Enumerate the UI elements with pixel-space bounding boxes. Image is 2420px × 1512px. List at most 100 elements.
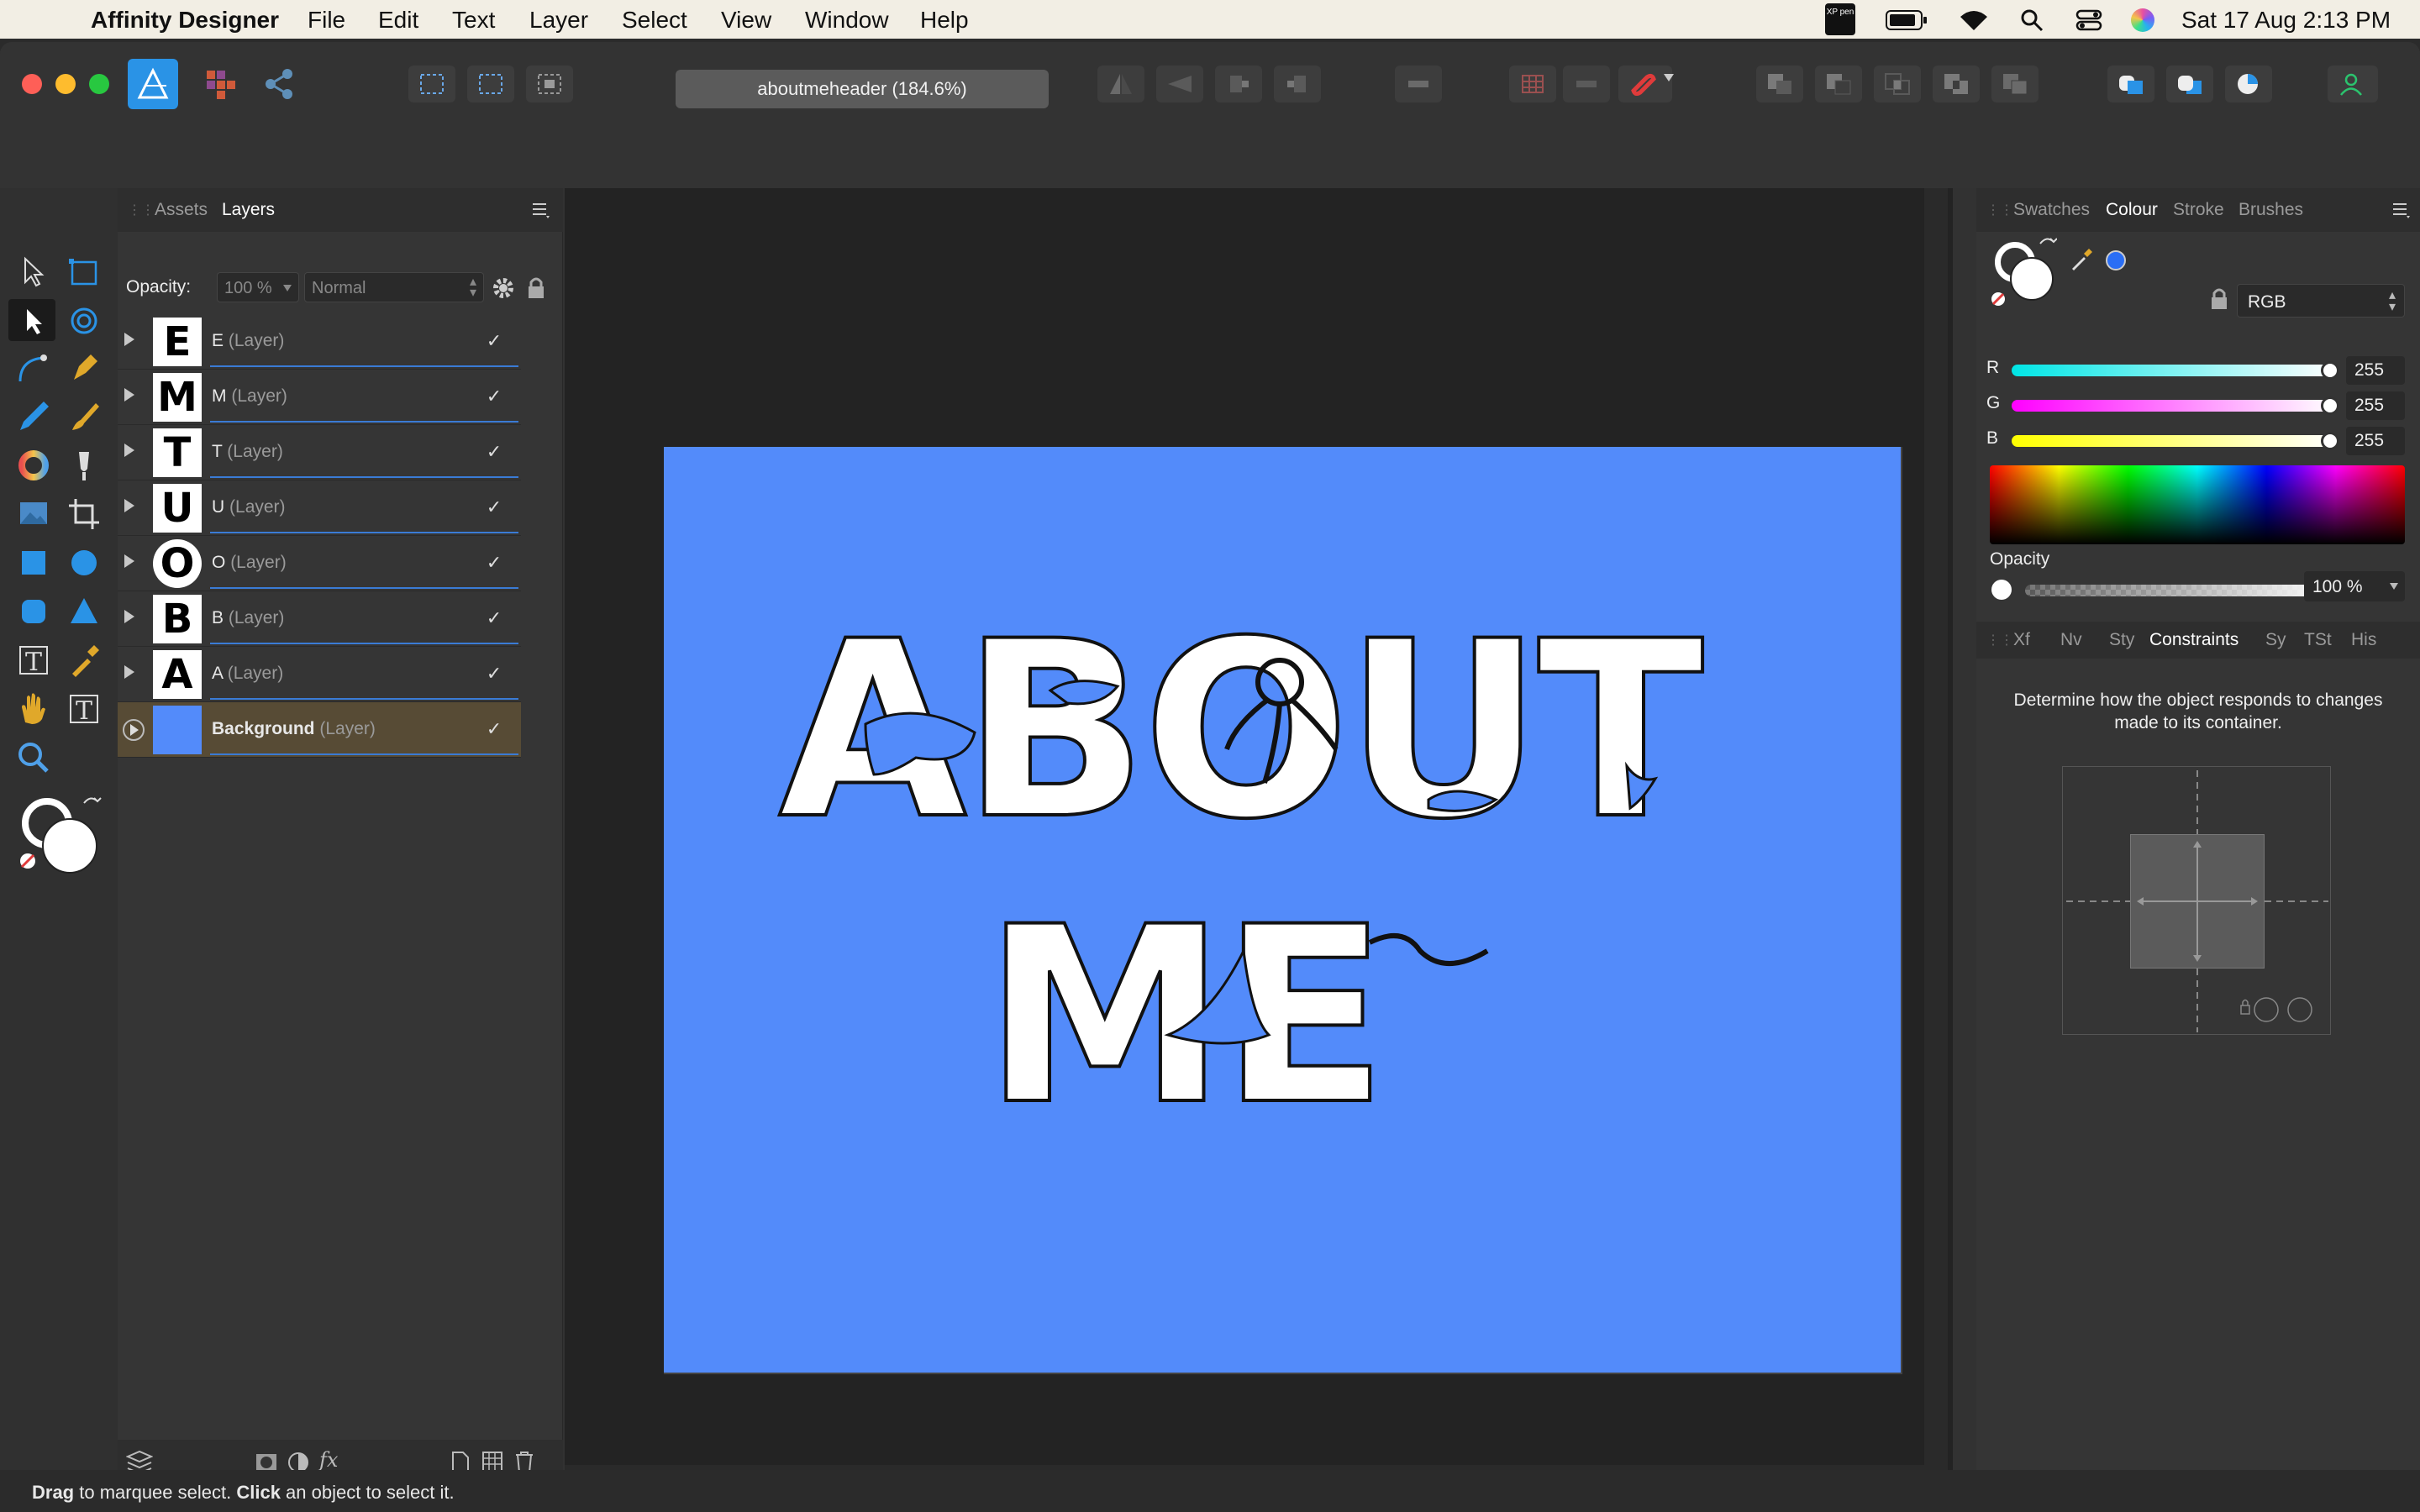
layer-row-m[interactable]: M M (Layer) ✓ — [118, 370, 521, 425]
layer-name[interactable]: B (Layer) — [212, 608, 284, 628]
artboard-tool-icon[interactable] — [64, 252, 104, 292]
layer-name[interactable]: O (Layer) — [212, 553, 287, 573]
app-menu[interactable]: Affinity Designer — [91, 7, 279, 34]
deselect-button[interactable] — [467, 66, 514, 102]
b-value-field[interactable]: 255 — [2346, 427, 2405, 455]
opacity-dropdown[interactable]: 100 % — [217, 272, 299, 302]
close-window-button[interactable] — [22, 74, 42, 94]
flip-horizontal-button[interactable] — [1097, 66, 1144, 102]
crop-tool-icon[interactable] — [64, 494, 104, 534]
place-image-tool-icon[interactable] — [13, 494, 54, 534]
menu-window[interactable]: Window — [805, 7, 889, 34]
chevron-down-icon[interactable] — [2390, 583, 2398, 590]
b-slider[interactable] — [2012, 432, 2339, 450]
tab-brushes[interactable]: Brushes — [2238, 200, 2303, 220]
gear-icon[interactable] — [491, 276, 516, 301]
fill-colour-well[interactable] — [42, 818, 97, 874]
transparency-tool-icon[interactable] — [64, 445, 104, 486]
tab-navigator[interactable]: Nv — [2060, 630, 2082, 650]
about-me-artwork[interactable]: ABOUT ME — [664, 447, 1902, 1374]
frame-text-tool-icon[interactable]: T — [64, 689, 104, 729]
expand-triangle-icon[interactable] — [124, 444, 134, 457]
picked-colour-swatch[interactable] — [2106, 250, 2126, 270]
menu-view[interactable]: View — [721, 7, 771, 34]
subtract-boolean-button[interactable] — [1815, 66, 1862, 102]
lock-icon[interactable] — [526, 276, 546, 301]
corner-tool-icon[interactable] — [13, 348, 54, 388]
colour-model-select[interactable]: RGB ▴ ▾ — [2237, 284, 2405, 318]
visibility-checkbox[interactable]: ✓ — [484, 553, 504, 573]
move-tool-icon[interactable] — [13, 252, 54, 292]
grip-icon[interactable]: ⋮⋮ — [1986, 202, 2013, 218]
grip-icon[interactable]: ⋮⋮ — [1986, 632, 2013, 648]
rotate-left-button[interactable] — [1215, 66, 1262, 102]
expand-triangle-icon[interactable] — [124, 610, 134, 623]
tab-styles[interactable]: Sty — [2109, 630, 2134, 650]
opacity-field[interactable]: 100 % — [2304, 571, 2405, 601]
eyedropper-icon[interactable] — [2069, 247, 2094, 272]
artboard[interactable]: ABOUT ME — [664, 447, 1902, 1374]
vertical-scrollbar[interactable] — [1924, 188, 1948, 1499]
tab-layers[interactable]: Layers — [222, 200, 275, 220]
expand-triangle-icon[interactable] — [124, 665, 134, 679]
grid-button[interactable] — [1509, 66, 1556, 102]
layer-name[interactable]: E (Layer) — [212, 331, 284, 351]
contour-tool-icon[interactable] — [64, 301, 104, 341]
menu-help[interactable]: Help — [920, 7, 969, 34]
g-slider[interactable] — [2012, 396, 2339, 415]
visibility-checkbox[interactable]: ✓ — [484, 331, 504, 351]
expand-triangle-icon[interactable] — [124, 333, 134, 346]
colour-spectrum[interactable] — [1990, 465, 2405, 544]
rotate-right-button[interactable] — [1274, 66, 1321, 102]
pen-tool-icon[interactable] — [64, 348, 104, 388]
layer-name[interactable]: A (Layer) — [212, 664, 283, 684]
zoom-tool-icon[interactable] — [13, 738, 54, 778]
opacity-slider[interactable] — [2025, 581, 2339, 600]
insert-behind-button[interactable] — [2107, 66, 2154, 102]
layer-name[interactable]: M (Layer) — [212, 386, 287, 407]
minimize-window-button[interactable] — [55, 74, 76, 94]
layer-row-a[interactable]: A A (Layer) ✓ — [118, 647, 521, 702]
triangle-tool-icon[interactable] — [64, 591, 104, 632]
layer-row-o[interactable]: O O (Layer) ✓ — [118, 536, 521, 591]
panel-menu-icon[interactable] — [531, 202, 551, 218]
tab-text-styles[interactable]: TSt — [2304, 630, 2332, 650]
ellipse-tool-icon[interactable] — [64, 543, 104, 583]
menu-layer[interactable]: Layer — [529, 7, 588, 34]
designer-persona-button[interactable] — [128, 59, 178, 109]
align-button[interactable] — [1395, 66, 1442, 102]
r-slider-knob[interactable] — [2321, 361, 2339, 380]
layer-row-u[interactable]: U U (Layer) ✓ — [118, 480, 521, 536]
control-centre-icon[interactable] — [2075, 8, 2102, 32]
tab-stroke[interactable]: Stroke — [2173, 200, 2224, 220]
artistic-text-tool-icon[interactable]: T — [13, 640, 54, 680]
expand-triangle-icon[interactable] — [124, 499, 134, 512]
panel-menu-icon[interactable] — [2391, 202, 2412, 218]
menu-text[interactable]: Text — [452, 7, 495, 34]
no-colour-icon[interactable] — [1990, 291, 2007, 307]
g-slider-knob[interactable] — [2321, 396, 2339, 415]
expand-triangle-icon[interactable] — [124, 388, 134, 402]
g-value-field[interactable]: 255 — [2346, 391, 2405, 420]
visibility-checkbox[interactable]: ✓ — [484, 442, 504, 462]
swap-colours-icon[interactable] — [2037, 235, 2057, 255]
flip-vertical-button[interactable] — [1156, 66, 1203, 102]
layer-row-e[interactable]: E E (Layer) ✓ — [118, 314, 521, 370]
r-value-field[interactable]: 255 — [2346, 356, 2405, 385]
rounded-rectangle-tool-icon[interactable] — [13, 591, 54, 632]
r-slider[interactable] — [2012, 361, 2339, 380]
layer-row-t[interactable]: T T (Layer) ✓ — [118, 425, 521, 480]
grip-icon[interactable]: ⋮⋮ — [128, 202, 155, 218]
expand-triangle-icon[interactable] — [124, 554, 134, 568]
insert-top-button[interactable] — [2166, 66, 2213, 102]
add-boolean-button[interactable] — [1756, 66, 1803, 102]
tab-colour[interactable]: Colour — [2106, 200, 2158, 220]
tab-symbols[interactable]: Sy — [2265, 630, 2286, 650]
snap-to-geometry-button[interactable] — [1563, 66, 1610, 102]
select-all-button[interactable] — [408, 66, 455, 102]
snapping-button[interactable] — [1618, 66, 1674, 102]
layer-name[interactable]: T (Layer) — [212, 442, 283, 462]
pixel-persona-icon[interactable] — [203, 67, 237, 101]
fx-icon[interactable]: fx — [319, 1448, 338, 1472]
invert-selection-button[interactable] — [526, 66, 573, 102]
